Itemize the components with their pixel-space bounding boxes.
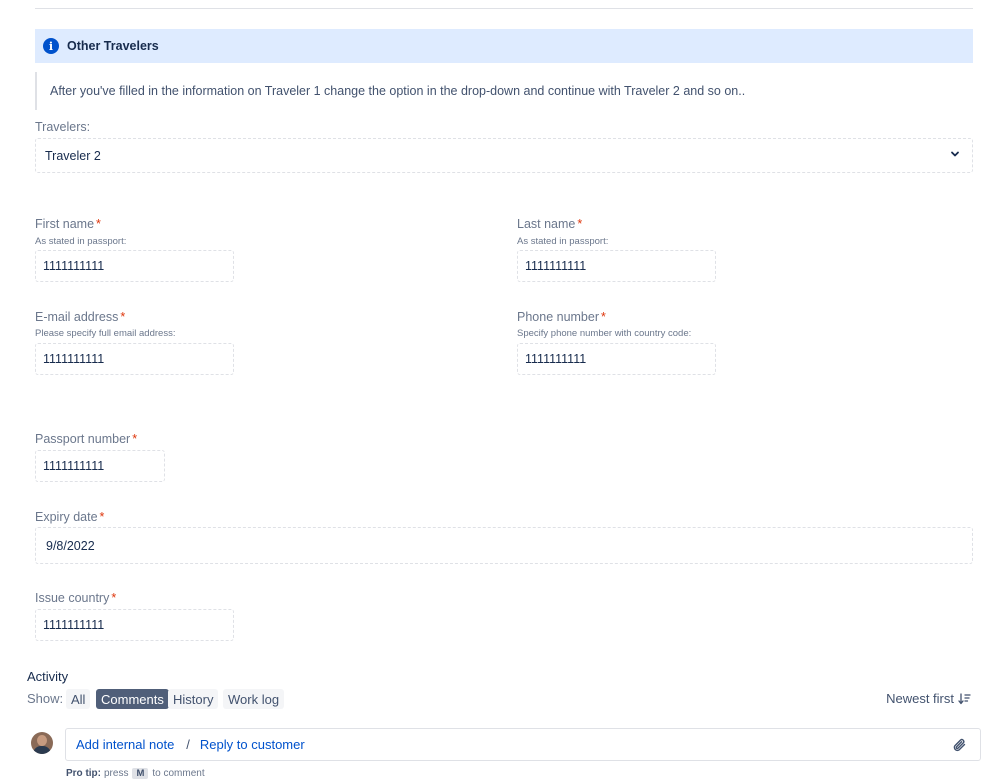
filter-history[interactable]: History (168, 689, 219, 709)
email-input[interactable]: 1111111111 (35, 343, 234, 375)
comment-box[interactable]: Add internal note / Reply to customer (65, 728, 981, 761)
filter-all[interactable]: All (66, 689, 91, 709)
avatar (31, 732, 53, 754)
info-icon: i (43, 38, 59, 54)
pro-tip-press: press (104, 768, 129, 779)
required-marker: * (96, 217, 101, 231)
phone-help: Specify phone number with country code: (517, 328, 692, 339)
reply-to-customer-link[interactable]: Reply to customer (200, 737, 305, 752)
last-name-label: Last name * (517, 217, 583, 231)
top-divider (35, 8, 973, 9)
activity-title: Activity (27, 669, 69, 684)
issue-country-label: Issue country * (35, 591, 117, 605)
filter-work-log[interactable]: Work log (223, 689, 285, 709)
first-name-input[interactable]: 1111111111 (35, 250, 234, 282)
add-internal-note-link[interactable]: Add internal note (76, 737, 174, 752)
pro-tip-prefix: Pro tip: (66, 768, 101, 779)
pro-tip: Pro tip: press M to comment (66, 768, 205, 779)
info-panel-title: Other Travelers (67, 39, 159, 53)
required-marker: * (577, 217, 583, 231)
instructions-text: After you've filled in the information o… (35, 72, 973, 110)
expiry-date-input[interactable]: 9/8/2022 (35, 527, 973, 564)
last-name-input[interactable]: 1111111111 (517, 250, 716, 282)
phone-label: Phone number * (517, 310, 606, 324)
last-name-help: As stated in passport: (517, 236, 609, 247)
email-help: Please specify full email address: (35, 328, 176, 339)
passport-label: Passport number * (35, 432, 138, 446)
show-label: Show: (27, 691, 64, 706)
travelers-label: Travelers: (35, 120, 91, 134)
phone-input[interactable]: 1111111111 (517, 343, 716, 375)
first-name-help: As stated in passport: (35, 236, 127, 247)
sort-descending-icon (958, 692, 971, 704)
email-label: E-mail address * (35, 310, 126, 324)
sort-button[interactable]: Newest first (886, 691, 971, 706)
travelers-selected-value: Traveler 2 (45, 148, 101, 163)
expiry-label: Expiry date * (35, 510, 105, 524)
sort-label: Newest first (886, 691, 954, 706)
keyboard-key: M (132, 768, 149, 779)
travelers-select[interactable]: Traveler 2 (35, 138, 973, 173)
required-marker: * (601, 310, 606, 324)
required-marker: * (120, 310, 126, 324)
required-marker: * (132, 432, 138, 446)
passport-input[interactable]: 1111111111 (35, 450, 165, 482)
issue-country-input[interactable]: 1111111111 (35, 609, 234, 641)
chevron-down-icon (951, 151, 959, 157)
separator: / (186, 737, 190, 752)
filter-comments[interactable]: Comments (96, 689, 169, 709)
paperclip-icon[interactable] (952, 737, 968, 753)
first-name-label: First name * (35, 217, 101, 231)
required-marker: * (99, 510, 105, 524)
required-marker: * (111, 591, 117, 605)
pro-tip-suffix: to comment (152, 768, 205, 779)
info-panel: i Other Travelers (35, 29, 973, 63)
